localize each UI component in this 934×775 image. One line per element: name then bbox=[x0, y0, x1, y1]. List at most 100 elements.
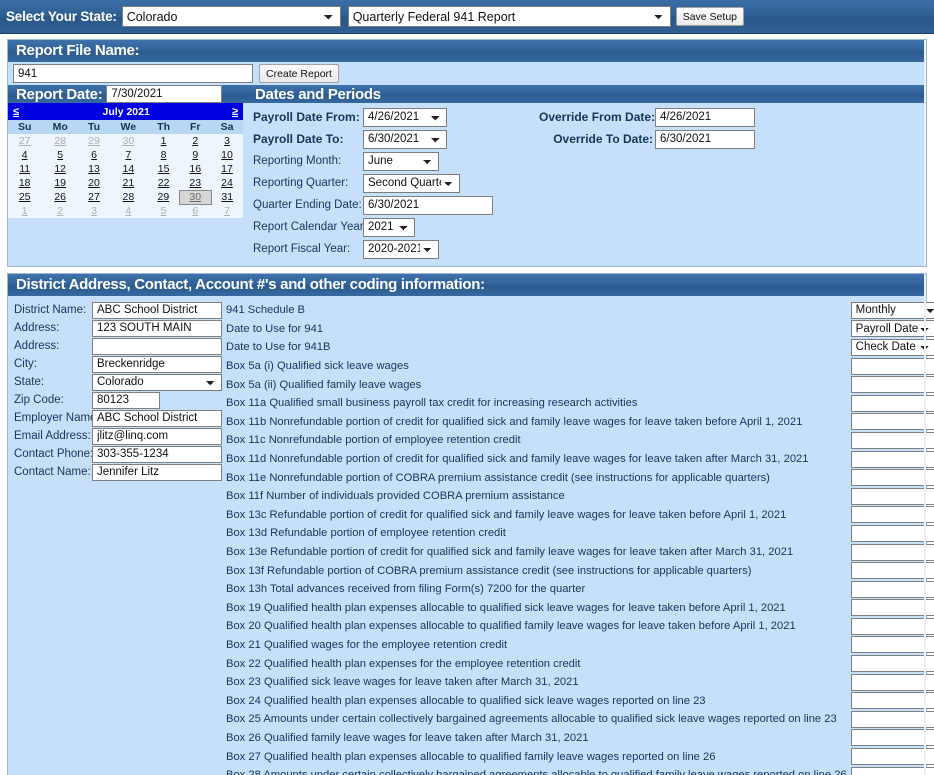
calendar-day[interactable]: 27 bbox=[79, 190, 109, 204]
box-field-input[interactable] bbox=[850, 599, 934, 617]
box-field-input[interactable] bbox=[850, 487, 934, 505]
box-field-input[interactable] bbox=[850, 376, 934, 394]
box-field-input[interactable] bbox=[850, 692, 934, 710]
box-field-select[interactable]: Check Date bbox=[850, 338, 934, 356]
report-type-select[interactable]: Quarterly Federal 941 Report bbox=[347, 6, 671, 27]
calendar-day-label[interactable]: 12 bbox=[54, 163, 66, 175]
box-field-input[interactable] bbox=[850, 357, 934, 375]
calendar-day[interactable]: 12 bbox=[41, 162, 80, 176]
box-field-input[interactable] bbox=[850, 748, 934, 766]
calendar-day[interactable]: 3 bbox=[211, 134, 243, 148]
calendar-day-label[interactable]: 24 bbox=[221, 177, 233, 189]
calendar-day-label[interactable]: 26 bbox=[54, 191, 66, 203]
box-field-input[interactable] bbox=[850, 524, 934, 542]
calendar-day[interactable]: 2 bbox=[179, 134, 212, 148]
calendar-prev-month-icon[interactable]: ≤ bbox=[13, 106, 19, 118]
box-field-select[interactable]: Payroll Date bbox=[850, 320, 934, 338]
district-field-input[interactable] bbox=[92, 301, 222, 319]
calendar-day-label[interactable]: 3 bbox=[224, 135, 230, 147]
calendar-day-selected[interactable]: 30 bbox=[179, 189, 212, 205]
calendar-day-label[interactable]: 25 bbox=[19, 191, 31, 203]
calendar-day[interactable]: 29 bbox=[79, 134, 109, 148]
calendar-day[interactable]: 15 bbox=[147, 162, 180, 176]
calendar-day-label[interactable]: 22 bbox=[158, 177, 170, 189]
calendar-day-label[interactable]: 17 bbox=[221, 163, 233, 175]
calendar-day[interactable]: 10 bbox=[211, 148, 243, 162]
calendar-day-label[interactable]: 7 bbox=[224, 205, 230, 217]
calendar-day[interactable]: 7 bbox=[211, 204, 243, 218]
calendar-day-label[interactable]: 23 bbox=[189, 177, 201, 189]
calendar-day-label[interactable]: 11 bbox=[19, 163, 30, 175]
calendar-day[interactable]: 21 bbox=[109, 176, 148, 190]
reporting-quarter-select[interactable]: Second Quarter bbox=[363, 173, 460, 193]
calendar-day-label[interactable]: 31 bbox=[221, 191, 233, 203]
calendar-day-label[interactable]: 2 bbox=[57, 205, 63, 217]
district-field-input[interactable] bbox=[92, 355, 222, 373]
calendar-day-label[interactable]: 8 bbox=[161, 149, 167, 161]
calendar-day-label[interactable]: 10 bbox=[221, 149, 233, 161]
calendar-day[interactable]: 23 bbox=[179, 176, 212, 190]
calendar-day[interactable]: 6 bbox=[79, 148, 109, 162]
calendar-day-label[interactable]: 1 bbox=[161, 135, 167, 147]
calendar-day-label[interactable]: 28 bbox=[54, 135, 66, 147]
district-field-input[interactable] bbox=[92, 427, 222, 445]
calendar-day-label[interactable]: 1 bbox=[22, 205, 28, 217]
district-field-input[interactable] bbox=[92, 337, 222, 355]
calendar-day[interactable]: 27 bbox=[8, 134, 42, 148]
box-field-input[interactable] bbox=[850, 655, 934, 673]
calendar-day-label[interactable]: 21 bbox=[122, 177, 134, 189]
calendar-day[interactable]: 17 bbox=[211, 162, 243, 176]
district-state-select[interactable]: Colorado bbox=[92, 373, 222, 391]
calendar-day-label[interactable]: 4 bbox=[22, 149, 28, 161]
calendar-day-label[interactable]: 14 bbox=[122, 163, 134, 175]
box-field-input[interactable] bbox=[850, 469, 934, 487]
box-field-input[interactable] bbox=[850, 636, 934, 654]
calendar-day[interactable]: 11 bbox=[8, 162, 42, 176]
district-field-input[interactable] bbox=[92, 463, 222, 481]
report-fiscal-year-select[interactable]: 2020-2021 bbox=[363, 239, 439, 259]
calendar-day-label[interactable]: 13 bbox=[88, 163, 100, 175]
calendar-day-label[interactable]: 20 bbox=[88, 177, 100, 189]
calendar-day[interactable]: 29 bbox=[147, 190, 180, 204]
calendar-day[interactable]: 24 bbox=[211, 176, 243, 190]
calendar-day[interactable]: 13 bbox=[79, 162, 109, 176]
create-report-button[interactable]: Create Report bbox=[259, 64, 339, 83]
box-field-input[interactable] bbox=[850, 673, 934, 691]
calendar-day[interactable]: 1 bbox=[147, 134, 180, 148]
box-field-input[interactable] bbox=[850, 580, 934, 598]
calendar-day[interactable]: 2 bbox=[41, 204, 80, 218]
state-select[interactable]: Colorado bbox=[121, 6, 341, 27]
calendar-day-label[interactable]: 2 bbox=[192, 135, 198, 147]
calendar-day[interactable]: 26 bbox=[41, 190, 80, 204]
calendar-day-label[interactable]: 4 bbox=[125, 205, 131, 217]
override-from-date-input[interactable] bbox=[655, 107, 755, 127]
calendar-day[interactable]: 14 bbox=[109, 162, 148, 176]
calendar-day-label[interactable]: 3 bbox=[91, 205, 97, 217]
box-field-input[interactable] bbox=[850, 729, 934, 747]
calendar-day-label[interactable]: 29 bbox=[157, 191, 169, 203]
district-field-input[interactable] bbox=[92, 319, 222, 337]
calendar-day-label[interactable]: 18 bbox=[19, 177, 31, 189]
calendar-day[interactable]: 31 bbox=[211, 190, 243, 204]
calendar-day-label[interactable]: 27 bbox=[88, 191, 100, 203]
report-calendar-year-select[interactable]: 2021 bbox=[363, 217, 415, 237]
calendar-day[interactable]: 5 bbox=[147, 204, 180, 218]
calendar-day-label[interactable]: 6 bbox=[192, 205, 198, 217]
calendar-day[interactable]: 3 bbox=[79, 204, 109, 218]
calendar-day[interactable]: 18 bbox=[8, 176, 42, 190]
calendar-day[interactable]: 19 bbox=[41, 176, 80, 190]
report-file-name-input[interactable] bbox=[13, 64, 253, 83]
calendar-day[interactable]: 4 bbox=[109, 204, 148, 218]
calendar-day[interactable]: 30 bbox=[109, 134, 148, 148]
box-field-input[interactable] bbox=[850, 710, 934, 728]
calendar-day-label[interactable]: 28 bbox=[122, 191, 134, 203]
calendar-day-label[interactable]: 5 bbox=[161, 205, 167, 217]
calendar-day-label[interactable]: 6 bbox=[91, 149, 97, 161]
box-field-input[interactable] bbox=[850, 506, 934, 524]
district-field-input[interactable] bbox=[92, 409, 222, 427]
calendar-day-label[interactable]: 30 bbox=[122, 135, 134, 147]
district-field-input[interactable] bbox=[92, 391, 160, 409]
save-setup-button[interactable]: Save Setup bbox=[675, 7, 744, 26]
calendar-day[interactable]: 20 bbox=[79, 176, 109, 190]
payroll-date-to-select[interactable]: 6/30/2021 bbox=[363, 129, 447, 149]
